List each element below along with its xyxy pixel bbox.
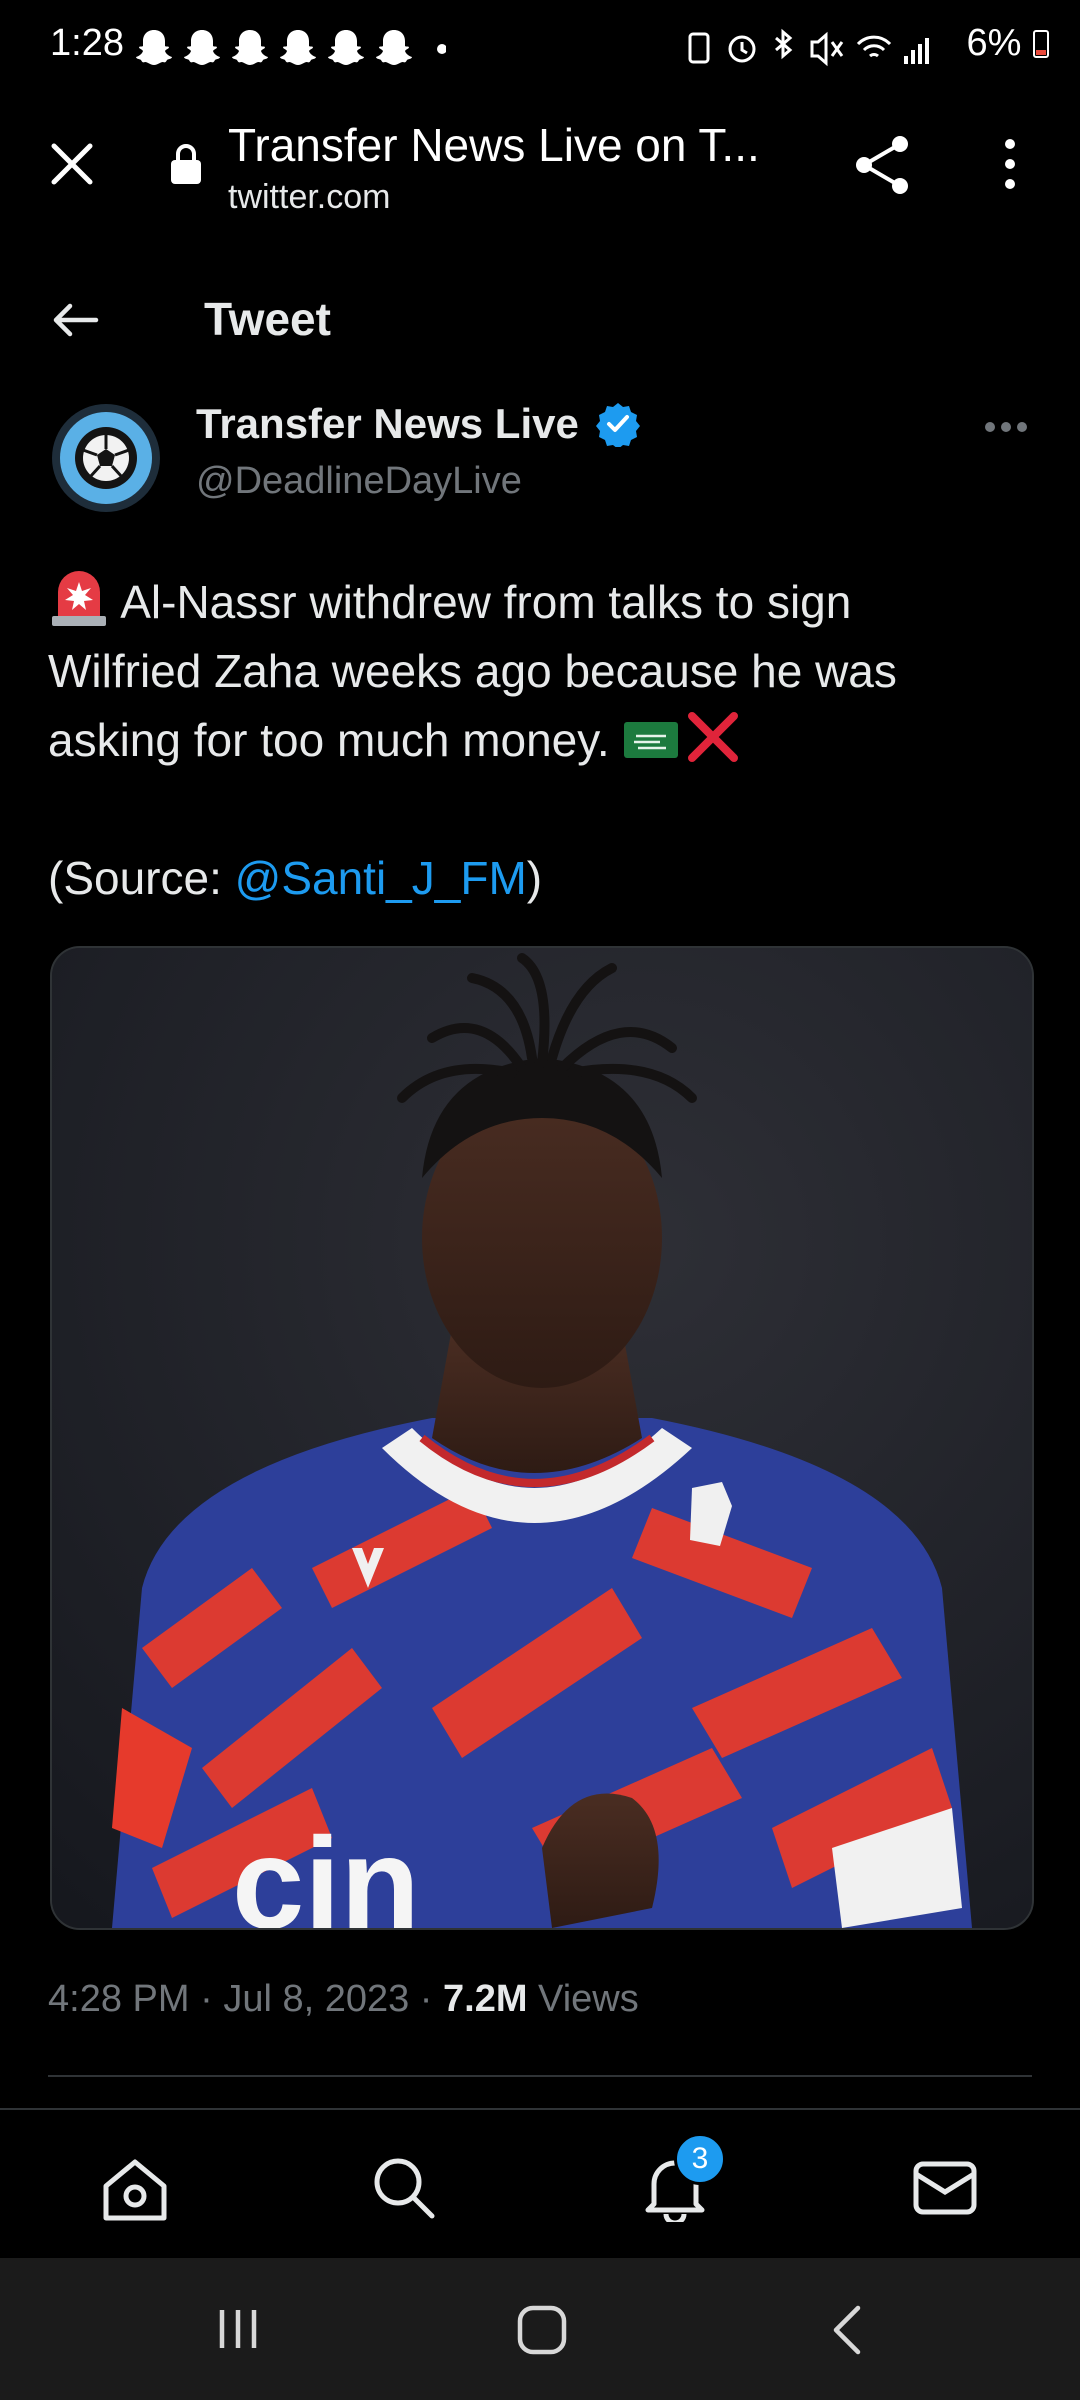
- wifi-icon: [856, 35, 892, 58]
- battery-icon: [1033, 30, 1049, 58]
- author-name[interactable]: Transfer News Live: [196, 400, 641, 449]
- tweet-time[interactable]: 4:28 PM: [48, 1978, 190, 2020]
- tweet-line-1-text: Al-Nassr withdrew from talks to sign: [110, 576, 852, 628]
- snapchat-notification-icons: [136, 30, 446, 65]
- tweet-line-1: Al-Nassr withdrew from talks to sign: [48, 566, 1038, 637]
- views-count: 7.2M: [443, 1978, 528, 2020]
- tweet-more-icon[interactable]: [984, 420, 1028, 434]
- verified-badge-icon: [595, 403, 640, 449]
- snapchat-icon: [376, 30, 412, 65]
- bluetooth-icon: [775, 28, 793, 60]
- snapchat-icon: [280, 30, 316, 65]
- source-prefix: (Source:: [48, 852, 235, 904]
- divider: [48, 2075, 1032, 2077]
- source-mention-link[interactable]: @Santi_J_FM: [235, 852, 527, 904]
- meta-separator: ·: [409, 1978, 444, 2020]
- tweet-meta: 4:28 PM · Jul 8, 2023 · 7.2M Views: [48, 1978, 639, 2021]
- avatar[interactable]: [52, 404, 160, 512]
- svg-text:cin: cin: [232, 1810, 420, 1928]
- home-icon[interactable]: [100, 2156, 170, 2222]
- recent-apps-icon[interactable]: [216, 2306, 262, 2352]
- home-button-icon[interactable]: [516, 2304, 568, 2356]
- views-label: Views: [527, 1978, 639, 2020]
- back-button-icon[interactable]: [828, 2304, 864, 2356]
- notification-badge[interactable]: 3: [674, 2133, 726, 2185]
- tweet-line-3-text: asking for too much money.: [48, 714, 623, 766]
- share-icon[interactable]: [852, 132, 912, 198]
- page-title[interactable]: Transfer News Live on T...: [228, 118, 760, 172]
- tweet-line-2: Wilfried Zaha weeks ago because he was: [48, 645, 897, 697]
- messages-mail-icon[interactable]: [912, 2160, 978, 2216]
- author-name-text: Transfer News Live: [196, 400, 579, 447]
- snapchat-icon: [136, 30, 172, 65]
- battery-saver-icon: [688, 32, 710, 64]
- siren-emoji-icon: [52, 571, 106, 626]
- meta-separator: ·: [189, 1978, 224, 2020]
- mute-icon: [810, 31, 844, 67]
- tweet-line-3: asking for too much money.: [48, 706, 1038, 775]
- close-icon[interactable]: [48, 140, 96, 188]
- tweet-text: Al-Nassr withdrew from talks to sign Wil…: [48, 566, 1038, 913]
- search-icon[interactable]: [370, 2154, 436, 2220]
- status-time: 1:28: [50, 22, 124, 64]
- snapchat-icon: [232, 30, 268, 65]
- tweet-date[interactable]: Jul 8, 2023: [223, 1978, 409, 2020]
- dot-icon: [437, 44, 446, 54]
- signal-icon: [904, 38, 929, 64]
- saudi-flag-emoji-icon: [624, 722, 679, 758]
- author-handle[interactable]: @DeadlineDayLive: [196, 460, 522, 503]
- snapchat-icon: [184, 30, 220, 65]
- status-battery-text: 6%: [967, 22, 1050, 65]
- battery-percent: 6%: [966, 22, 1022, 64]
- snapchat-icon: [328, 30, 364, 65]
- more-options-icon[interactable]: [998, 136, 1022, 192]
- lock-icon: [171, 144, 201, 184]
- cross-mark-emoji-icon: [688, 712, 739, 762]
- system-status-icons: [688, 28, 929, 67]
- page-heading: Tweet: [204, 293, 331, 345]
- source-suffix: ): [526, 852, 543, 904]
- tweet-source: (Source: @Santi_J_FM): [48, 844, 1038, 913]
- page-domain[interactable]: twitter.com: [228, 178, 390, 217]
- player-photo: cin: [52, 948, 1032, 1928]
- back-arrow-icon[interactable]: [50, 300, 100, 340]
- tweet-image[interactable]: cin: [50, 946, 1034, 1930]
